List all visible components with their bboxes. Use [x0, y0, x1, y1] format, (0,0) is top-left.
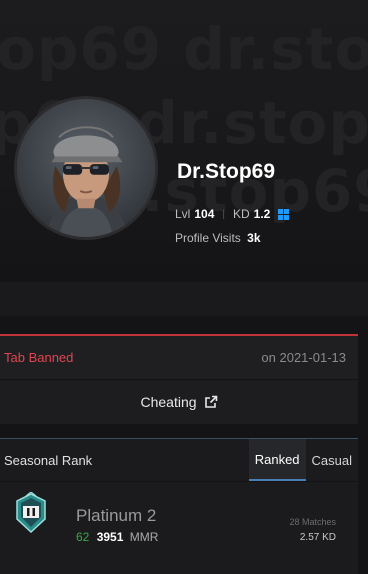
platinum-rank-icon [16, 492, 46, 534]
avatar [14, 96, 158, 240]
ban-card: Tab Banned on 2021-01-13 Cheating [0, 334, 358, 424]
rank-tabs: Ranked Casual [248, 439, 358, 481]
seasonal-rank-title: Seasonal Rank [4, 452, 93, 468]
rank-row: Platinum 2 62 3951 MMR 28 Matches 2.57 K… [0, 482, 358, 574]
rank-name: Platinum 2 [76, 506, 157, 525]
stats-separator: | [222, 208, 225, 220]
profile-stats: Lvl 104 | KD 1.2 [175, 207, 290, 221]
profile-header: op69 dr.stop p69 dr.stop69 r.stop69 [0, 0, 368, 282]
seasonal-rank-card: Seasonal Rank Ranked Casual Platinum 2 6… [0, 438, 358, 574]
seasonal-rank-header: Seasonal Rank Ranked Casual [0, 439, 358, 482]
username: Dr.Stop69 [177, 160, 276, 183]
rank-kd: 2.57 KD [299, 532, 336, 543]
tab-ranked[interactable]: Ranked [248, 439, 306, 481]
kd-value: 1.2 [253, 207, 271, 221]
windows-icon [278, 208, 290, 220]
ban-reason-label: Cheating [140, 394, 197, 410]
ban-date: on 2021-01-13 [261, 350, 346, 365]
ban-title: Tab Banned [4, 350, 74, 365]
watermark-text: op69 dr.stop [0, 15, 368, 83]
level-value: 104 [194, 207, 215, 221]
mmr-value: 3951 [96, 530, 124, 544]
external-link-icon [204, 395, 217, 408]
visits-label: Profile Visits [175, 231, 241, 245]
visits-value: 3k [247, 231, 261, 245]
ban-header: Tab Banned on 2021-01-13 [0, 336, 358, 380]
mmr-delta: 62 [76, 530, 90, 544]
profile-visits: Profile Visits 3k [175, 231, 261, 245]
header-nav-strip [0, 282, 368, 316]
matches-count: 28 Matches [289, 517, 336, 527]
mmr-label: MMR [129, 530, 159, 544]
level-label: Lvl [175, 207, 191, 221]
kd-label: KD [232, 207, 250, 221]
tab-casual[interactable]: Casual [306, 439, 358, 481]
rank-mmr: 62 3951 MMR [76, 530, 158, 544]
ban-reason-link[interactable]: Cheating [0, 380, 358, 424]
